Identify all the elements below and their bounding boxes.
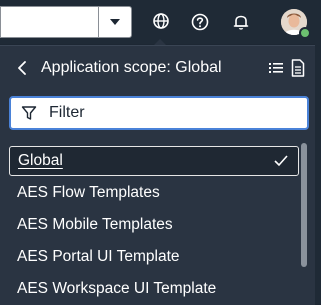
panel-header: Application scope: Global: [0, 46, 315, 90]
option-label: AES Portal UI Template: [17, 248, 180, 265]
globe-icon: [153, 13, 169, 29]
option-label: AES Mobile Templates: [17, 216, 173, 233]
scope-option[interactable]: AES Workspace UI Template: [9, 274, 299, 304]
scope-option[interactable]: AES Mobile Templates: [9, 210, 299, 240]
option-label: AES Workspace UI Template: [17, 280, 217, 297]
application-scope-button[interactable]: [146, 4, 176, 38]
chevron-down-icon: [110, 19, 120, 25]
scope-options-list: Global AES Flow Templates AES Mobile Tem…: [0, 142, 300, 305]
scope-select[interactable]: [0, 6, 132, 38]
list-icon: [269, 63, 283, 73]
scope-option[interactable]: AES Flow Templates: [9, 178, 299, 208]
scope-select-value: [5, 7, 97, 37]
checkmark-icon: [274, 155, 288, 167]
scope-dropdown-button[interactable]: [98, 7, 131, 37]
filter-input[interactable]: [49, 98, 299, 128]
option-label: AES Flow Templates: [17, 184, 160, 201]
page-edge: [315, 44, 321, 304]
notifications-button[interactable]: [229, 10, 253, 34]
details-button[interactable]: [291, 59, 305, 77]
list-view-button[interactable]: [268, 60, 284, 76]
filter-icon: [21, 106, 37, 120]
panel-title: Application scope: Global: [41, 59, 222, 76]
option-label: Global: [18, 152, 63, 169]
scope-option-global[interactable]: Global: [9, 146, 299, 176]
help-icon: [191, 13, 209, 31]
scope-option[interactable]: AES Portal UI Template: [9, 242, 299, 272]
list-scrollbar[interactable]: [301, 143, 307, 267]
filter-field[interactable]: [9, 96, 309, 130]
presence-status-dot: [299, 27, 311, 39]
back-button[interactable]: [12, 58, 32, 78]
application-scope-panel: Application scope: Global Global: [0, 45, 315, 305]
bell-icon: [233, 15, 249, 30]
document-icon: [291, 59, 305, 77]
help-button[interactable]: [188, 10, 212, 34]
chevron-left-icon: [18, 61, 26, 75]
